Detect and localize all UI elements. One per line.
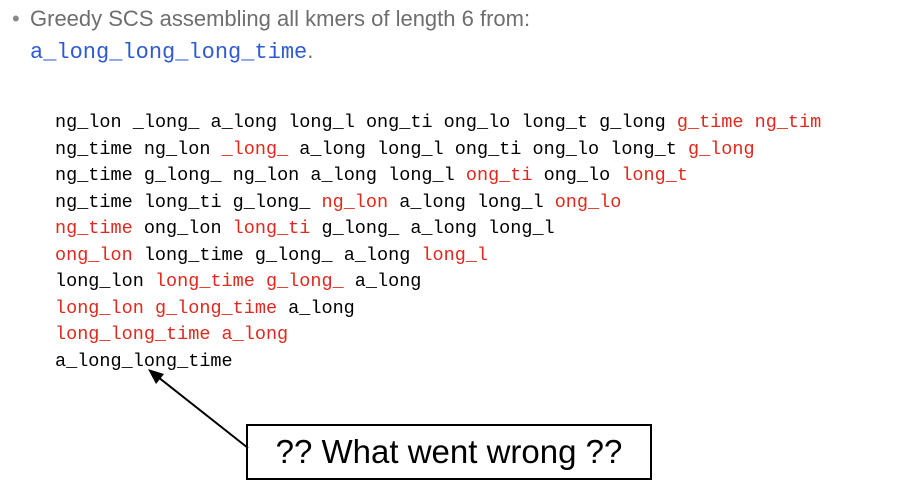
merged-kmer: ng_time — [55, 218, 133, 239]
merged-kmer: ong_lo — [554, 191, 622, 213]
kmer: long_l — [488, 218, 555, 239]
assembly-step-row: ng_time long_ti g_long_ ng_lon a_long lo… — [55, 190, 821, 217]
kmer: long_t — [521, 112, 589, 133]
kmer: ong_ti — [365, 112, 433, 133]
kmer: ong_lo — [532, 138, 600, 160]
kmer: long_time — [143, 244, 244, 266]
merged-kmer: ong_lon — [55, 244, 133, 266]
kmer: long_l — [377, 138, 444, 160]
kmer: long_lon — [55, 271, 144, 292]
kmer: ong_ti — [454, 138, 522, 160]
kmer: ong_lo — [543, 165, 611, 186]
kmer: ng_lon — [143, 138, 211, 160]
kmer: g_long_ — [232, 191, 311, 213]
assembly-step-row: long_lon long_time g_long_ a_long — [55, 269, 821, 296]
assembly-step-row: ng_time ng_lon _long_ a_long long_l ong_… — [55, 137, 821, 164]
assembly-step-row: long_lon g_long_time a_long — [55, 296, 821, 323]
callout-box: ?? What went wrong ?? — [246, 424, 652, 480]
kmer: long_l — [388, 165, 455, 186]
merged-kmer: a_long — [221, 324, 289, 345]
kmer: a_long — [299, 138, 366, 160]
heading-line: • Greedy SCS assembling all kmers of leng… — [12, 6, 530, 32]
kmer: g_long_ — [143, 165, 222, 186]
kmer: a_long — [354, 271, 422, 292]
bullet-icon: • — [12, 6, 20, 31]
assembly-step-row: long_long_time a_long — [55, 322, 821, 349]
kmer: a_long — [399, 191, 466, 213]
kmer: ong_lon — [143, 218, 222, 239]
kmer: _long_ — [132, 112, 200, 133]
kmer: a_long — [343, 244, 411, 266]
heading-text: Greedy SCS assembling all kmers of lengt… — [30, 6, 531, 31]
kmer: ng_lon — [55, 112, 122, 133]
kmer: g_long — [599, 112, 666, 133]
merged-kmer: long_long_time — [55, 324, 211, 345]
assembly-step-row: ong_lon long_time g_long_ a_long long_l — [55, 243, 821, 270]
merged-kmer: long_l — [421, 244, 489, 266]
kmer: long_ti — [143, 191, 222, 213]
kmer: g_long_ — [254, 244, 333, 266]
merged-kmer: long_time — [154, 271, 255, 292]
kmer: a_long — [210, 112, 278, 133]
merged-kmer: long_lon — [55, 297, 144, 319]
kmer: long_l — [476, 191, 544, 213]
target-string: a_long_long_long_time — [30, 40, 308, 65]
merged-kmer: g_time — [676, 112, 744, 133]
kmer: g_long_ — [321, 218, 400, 239]
assembly-step-row: ng_time g_long_ ng_lon a_long long_l ong… — [55, 163, 821, 190]
assembly-step-row: ng_time ong_lon long_ti g_long_ a_long l… — [55, 216, 821, 243]
kmer: ong_lo — [443, 112, 511, 133]
merged-kmer: g_long — [687, 138, 755, 160]
merged-kmer: g_long_ — [265, 271, 344, 292]
kmer: a_long — [310, 165, 378, 186]
kmer: a_long_long_time — [55, 350, 233, 372]
merged-kmer: long_ti — [232, 218, 311, 239]
merged-kmer: g_long_time — [154, 297, 278, 319]
target-string-period: . — [307, 38, 314, 63]
merged-kmer: _long_ — [221, 138, 289, 160]
kmer: long_l — [288, 112, 355, 133]
merged-kmer: ong_ti — [465, 165, 533, 186]
kmer: ng_time — [55, 191, 133, 213]
assembly-steps-list: ng_lon _long_ a_long long_l ong_ti ong_l… — [55, 110, 821, 375]
merged-kmer: ng_lon — [321, 191, 389, 213]
assembly-step-row: a_long_long_time — [55, 349, 821, 376]
kmer: ng_time — [55, 138, 133, 160]
assembly-step-row: ng_lon _long_ a_long long_l ong_ti ong_l… — [55, 110, 821, 137]
kmer: a_long — [288, 297, 355, 319]
kmer: a_long — [410, 218, 477, 239]
target-string-line: a_long_long_long_time. — [30, 38, 313, 65]
kmer: ng_time — [55, 165, 133, 186]
kmer: ng_lon — [232, 165, 300, 186]
merged-kmer: ng_tim — [754, 112, 822, 133]
merged-kmer: long_t — [621, 165, 688, 186]
kmer: long_t — [610, 138, 677, 160]
